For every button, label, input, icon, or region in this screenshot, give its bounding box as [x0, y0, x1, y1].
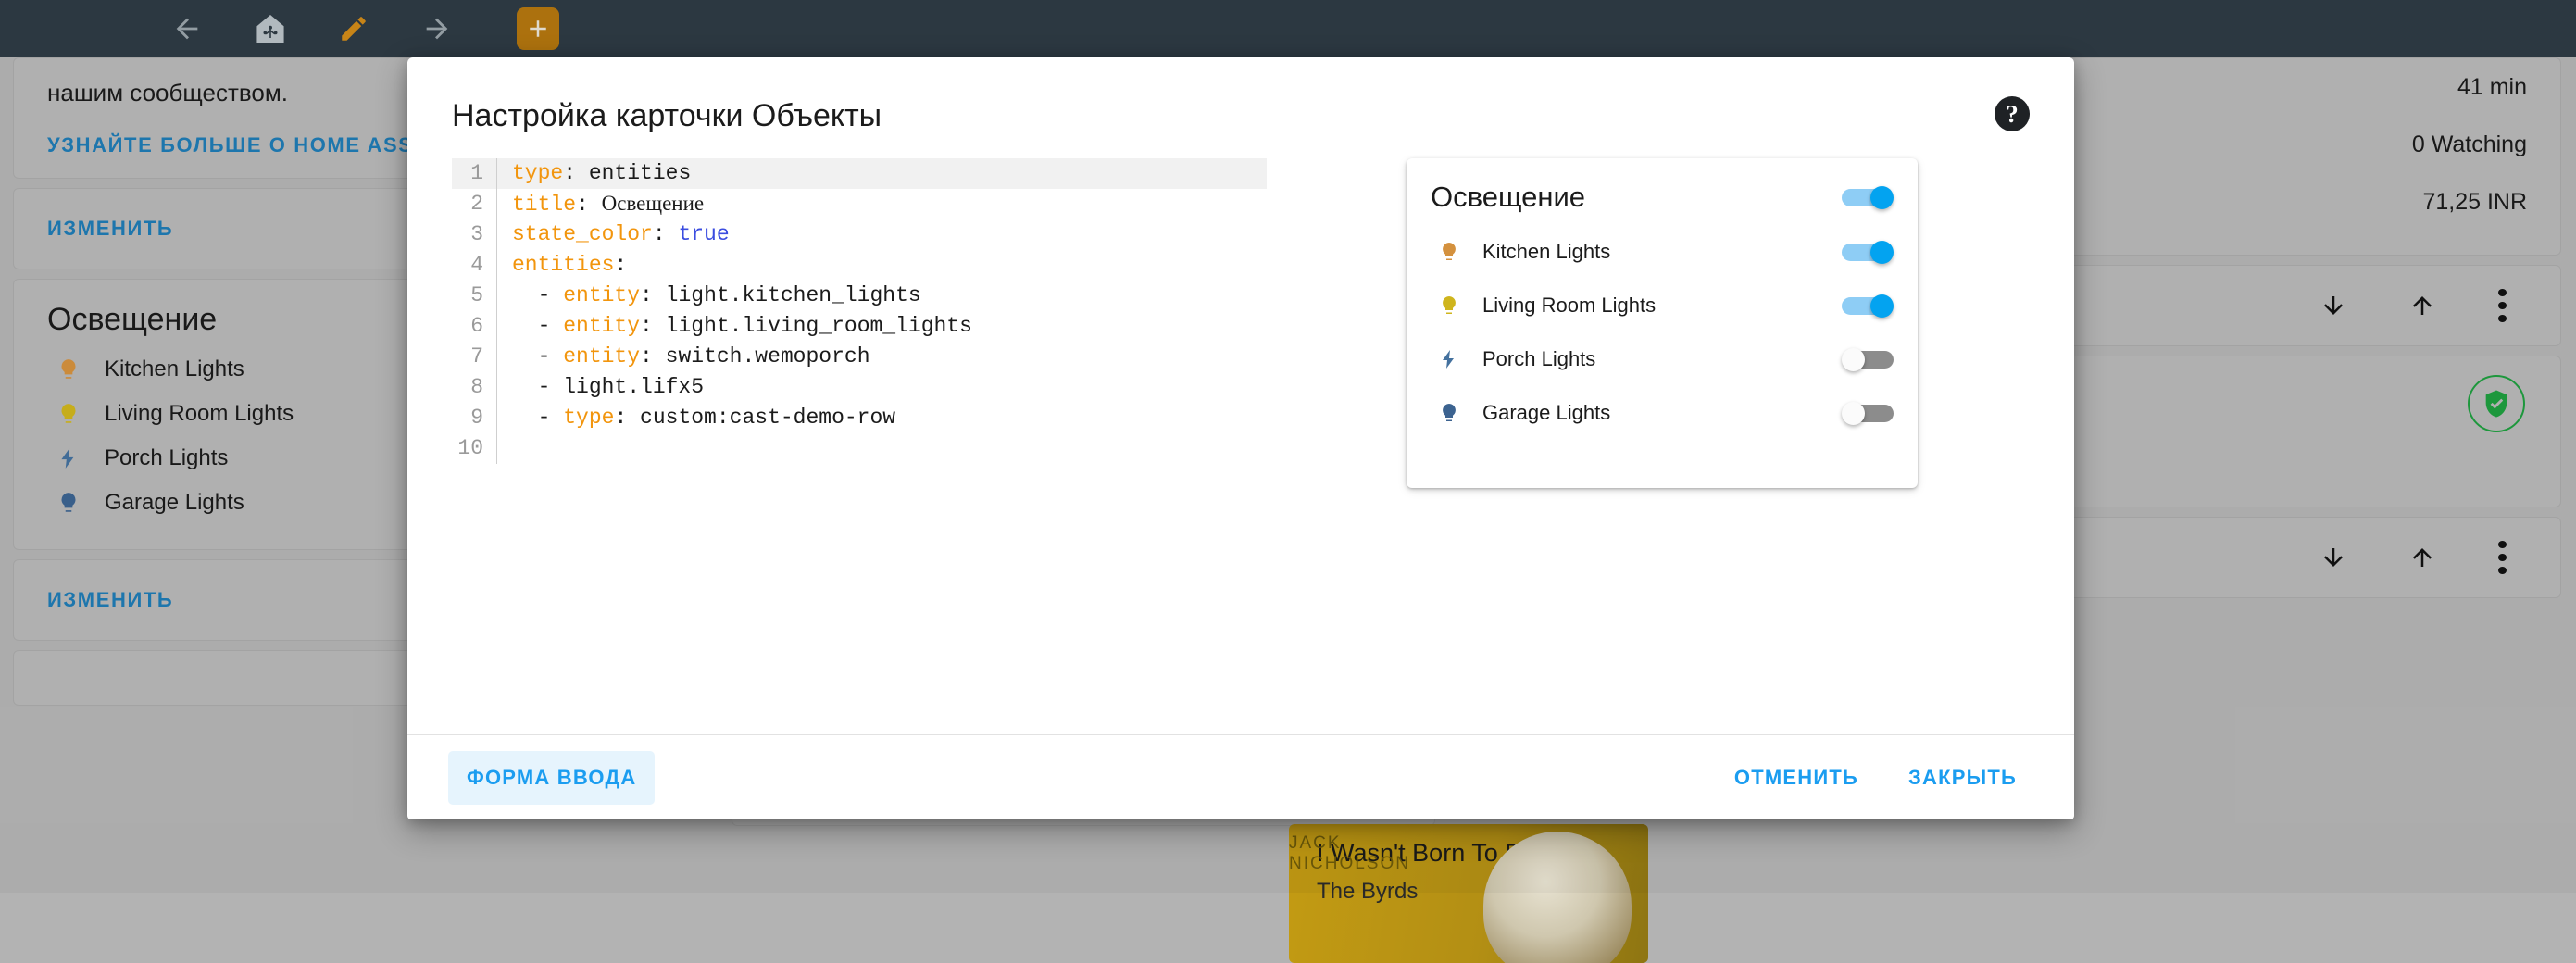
- preview-row-label: Kitchen Lights: [1482, 240, 1842, 264]
- toggle-living-room-lights[interactable]: [1842, 294, 1894, 317]
- yaml-key: entities: [512, 253, 614, 277]
- preview-row-garage-lights[interactable]: Garage Lights: [1407, 390, 1918, 436]
- code-line[interactable]: 5 - entity: light.kitchen_lights: [452, 281, 1267, 311]
- line-number: 10: [452, 433, 496, 464]
- card-config-dialog: Настройка карточки Объекты ? 1 type: ent…: [407, 57, 2074, 819]
- line-number: 2: [452, 189, 496, 219]
- line-number: 5: [452, 281, 496, 311]
- yaml-value: entities: [589, 161, 691, 185]
- yaml-dash: -: [512, 314, 563, 338]
- preview-row-label: Living Room Lights: [1482, 294, 1842, 318]
- yaml-key: entity: [563, 344, 640, 369]
- toggle-porch-lights[interactable]: [1842, 348, 1894, 370]
- code-line[interactable]: 6 - entity: light.living_room_lights: [452, 311, 1267, 342]
- line-number: 1: [452, 158, 496, 189]
- yaml-key: entity: [563, 314, 640, 338]
- code-line[interactable]: 7 - entity: switch.wemoporch: [452, 342, 1267, 372]
- code-line[interactable]: 10: [452, 433, 1267, 464]
- code-line[interactable]: 8 - light.lifx5: [452, 372, 1267, 403]
- yaml-punct: :: [563, 161, 589, 185]
- yaml-key: entity: [563, 283, 640, 307]
- toggle-knob: [1842, 348, 1865, 371]
- toggle-garage-lights[interactable]: [1842, 402, 1894, 424]
- toggle-all-lights[interactable]: [1842, 186, 1894, 208]
- code-text: - type: custom:cast-demo-row: [497, 403, 895, 433]
- code-line[interactable]: 9 - type: custom:cast-demo-row: [452, 403, 1267, 433]
- yaml-dash: -: [512, 344, 563, 369]
- toggle-knob: [1842, 402, 1865, 425]
- yaml-key: title: [512, 193, 576, 217]
- yaml-value: - light.lifx5: [512, 375, 704, 399]
- lightbulb-icon: [1431, 398, 1468, 428]
- line-number: 9: [452, 403, 496, 433]
- yaml-punct: :: [614, 406, 640, 430]
- line-number: 8: [452, 372, 496, 403]
- preview-header: Освещение: [1407, 162, 1918, 221]
- toggle-kitchen-lights[interactable]: [1842, 241, 1894, 263]
- dialog-title: Настройка карточки Объекты: [452, 98, 2030, 134]
- help-icon[interactable]: ?: [1995, 96, 2030, 131]
- preview-row-label: Garage Lights: [1482, 401, 1842, 425]
- code-line[interactable]: 1 type: entities: [452, 158, 1267, 189]
- yaml-value: light.living_room_lights: [666, 314, 972, 338]
- yaml-punct: :: [653, 222, 679, 246]
- code-text: title: Освещение: [497, 188, 704, 220]
- code-text: state_color: true: [497, 219, 730, 250]
- switch-to-form-editor-button[interactable]: ФОРМА ВВОДА: [448, 751, 655, 805]
- yaml-value: switch.wemoporch: [666, 344, 870, 369]
- toggle-knob: [1870, 241, 1894, 264]
- cancel-button[interactable]: ОТМЕНИТЬ: [1718, 753, 1875, 803]
- dialog-footer: ФОРМА ВВОДА ОТМЕНИТЬ ЗАКРЫТЬ: [407, 734, 2074, 819]
- footer-actions: ОТМЕНИТЬ ЗАКРЫТЬ: [1718, 753, 2033, 803]
- yaml-bool: true: [678, 222, 729, 246]
- entities-preview-card: Освещение Kitchen Lights: [1407, 158, 1918, 488]
- line-number: 7: [452, 342, 496, 372]
- lightbulb-icon: [1431, 291, 1468, 320]
- yaml-value: Освещение: [602, 192, 705, 215]
- preview-row-kitchen-lights[interactable]: Kitchen Lights: [1407, 229, 1918, 275]
- yaml-punct: :: [640, 283, 666, 307]
- code-text: - entity: switch.wemoporch: [497, 342, 870, 372]
- code-text: - light.lifx5: [497, 372, 704, 403]
- code-text: - entity: light.living_room_lights: [497, 311, 972, 342]
- yaml-value: custom:cast-demo-row: [640, 406, 895, 430]
- lightbulb-icon: [1431, 237, 1468, 267]
- line-number: 4: [452, 250, 496, 281]
- toggle-knob: [1870, 186, 1894, 209]
- line-number: 3: [452, 219, 496, 250]
- code-text: - entity: light.kitchen_lights: [497, 281, 921, 311]
- yaml-value: light.kitchen_lights: [666, 283, 921, 307]
- toggle-knob: [1870, 294, 1894, 318]
- yaml-key: type: [563, 406, 614, 430]
- preview-row-porch-lights[interactable]: Porch Lights: [1407, 336, 1918, 382]
- yaml-editor[interactable]: 1 type: entities 2 title: Освещение 3 st…: [452, 155, 1267, 734]
- yaml-key: state_color: [512, 222, 653, 246]
- yaml-dash: -: [512, 406, 563, 430]
- code-line[interactable]: 4 entities:: [452, 250, 1267, 281]
- line-number: 6: [452, 311, 496, 342]
- code-text: entities:: [497, 250, 627, 281]
- preview-row-label: Porch Lights: [1482, 347, 1842, 371]
- yaml-punct: :: [614, 253, 627, 277]
- yaml-punct: :: [640, 344, 666, 369]
- yaml-dash: -: [512, 283, 563, 307]
- preview-row-living-room-lights[interactable]: Living Room Lights: [1407, 282, 1918, 329]
- code-line[interactable]: 3 state_color: true: [452, 219, 1267, 250]
- close-button[interactable]: ЗАКРЫТЬ: [1892, 753, 2033, 803]
- code-text: type: entities: [497, 158, 691, 189]
- dialog-body: 1 type: entities 2 title: Освещение 3 st…: [407, 155, 2074, 734]
- preview-title: Освещение: [1431, 181, 1585, 214]
- yaml-key: type: [512, 161, 563, 185]
- preview-pane: Освещение Kitchen Lights: [1294, 155, 2030, 734]
- yaml-punct: :: [640, 314, 666, 338]
- flash-icon: [1431, 344, 1468, 374]
- dialog-header: Настройка карточки Объекты ?: [407, 57, 2074, 155]
- yaml-punct: :: [576, 193, 602, 217]
- gutter-divider: [496, 433, 497, 464]
- code-line[interactable]: 2 title: Освещение: [452, 189, 1267, 219]
